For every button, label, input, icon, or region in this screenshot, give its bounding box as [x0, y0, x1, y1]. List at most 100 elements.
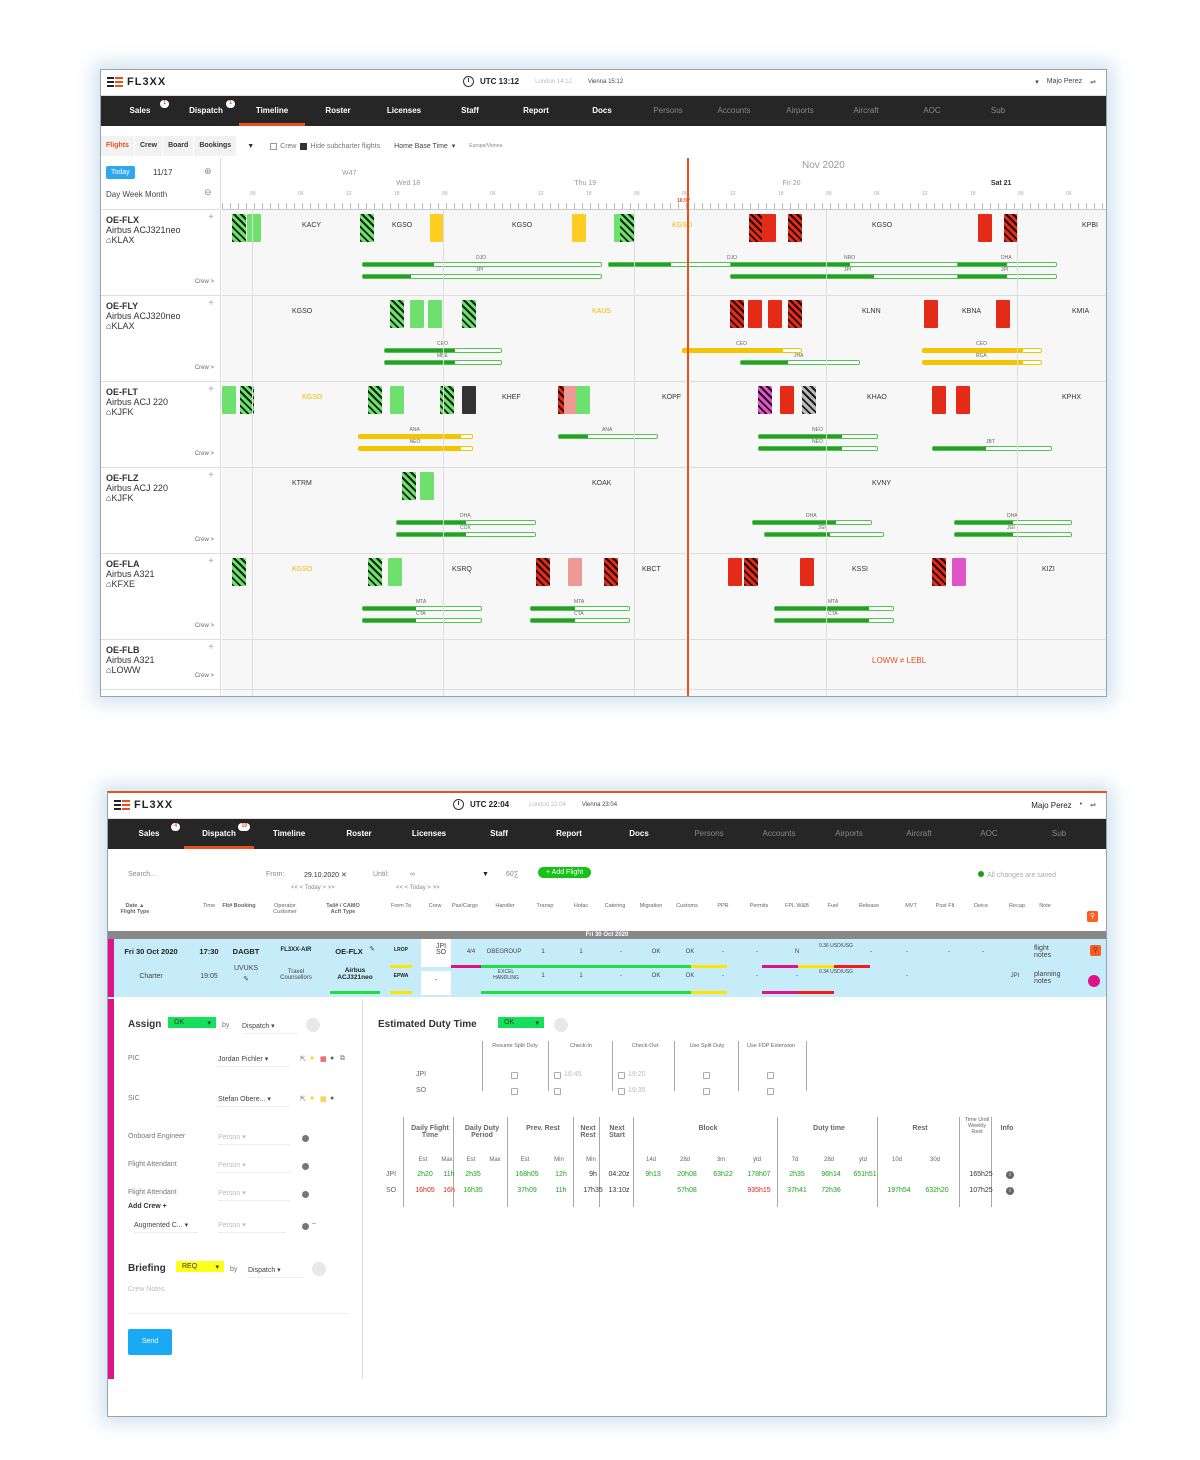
migration-status[interactable]: OK	[646, 973, 666, 979]
flight-block[interactable]	[462, 386, 476, 414]
nav-persons[interactable]: Persons	[635, 96, 701, 126]
aircraft-registration[interactable]: OE-FLA	[106, 559, 215, 569]
check-out-time[interactable]: 19:20	[628, 1071, 646, 1078]
info-icon[interactable]: i	[1006, 1187, 1014, 1195]
from-date-nav[interactable]: << < Today > >>	[291, 885, 335, 891]
flight-number[interactable]: DAGBT	[226, 947, 266, 956]
time-mode-select[interactable]: Home Base Time ▾	[394, 142, 455, 150]
nav-timeline[interactable]: Timeline	[239, 96, 305, 126]
flight-block[interactable]	[462, 300, 476, 328]
column-header[interactable]: Fuel	[816, 903, 850, 909]
view-range-selector[interactable]: Day Week Month	[106, 190, 167, 199]
briefing-status-select[interactable]: REQ	[176, 1261, 224, 1272]
from-airport[interactable]: LROP	[392, 947, 410, 953]
transport-status[interactable]: 1	[536, 949, 550, 955]
briefing-by-select[interactable]: Dispatch	[248, 1266, 304, 1278]
user-name[interactable]: Majo Perez	[1031, 801, 1071, 810]
add-crew-button[interactable]: Add Crew +	[128, 1203, 167, 1210]
add-flight-button[interactable]: + Add Flight	[538, 867, 592, 878]
release-status[interactable]: -	[864, 949, 878, 955]
column-header[interactable]: Deice	[964, 903, 998, 909]
column-header[interactable]: Crew	[418, 903, 452, 909]
nav-sales[interactable]: Sales 1	[107, 96, 173, 126]
flight-block[interactable]	[390, 300, 404, 328]
nav-dispatch[interactable]: Dispatch 19	[184, 819, 254, 849]
timeline-grid[interactable]: Nov 2020 W47 Wed 18 Thu 19 Fri 20 Sat 21 00 0…	[222, 158, 1106, 696]
flight-block[interactable]	[728, 558, 742, 586]
column-header[interactable]: Note	[1028, 903, 1062, 909]
flight-block[interactable]	[402, 472, 416, 500]
flight-block[interactable]	[572, 214, 586, 242]
add-flight-icon[interactable]: +	[208, 556, 214, 567]
flight-block[interactable]	[800, 558, 814, 586]
edit-booking-icon[interactable]: ✎	[240, 975, 252, 983]
calendar-icon[interactable]: ▦	[320, 1055, 327, 1063]
status-yellow-icon[interactable]: ●	[310, 1055, 314, 1062]
send-button[interactable]: Send	[128, 1329, 172, 1355]
flight-block[interactable]	[802, 386, 816, 414]
hotac-status[interactable]: 1	[574, 973, 588, 979]
mvt-status[interactable]: -	[900, 973, 914, 979]
nav-timeline[interactable]: Timeline	[254, 819, 324, 849]
nav-licenses[interactable]: Licenses	[394, 819, 464, 849]
aircraft-lane[interactable]: KTRM KOAK KVNY DHA COX DHA JGI DHA JGI	[222, 468, 1106, 554]
date-input[interactable]: 11/17	[153, 168, 172, 177]
flight-block[interactable]	[996, 300, 1010, 328]
nav-aircraft[interactable]: Aircraft	[833, 96, 899, 126]
flight-block[interactable]	[368, 386, 382, 414]
augmented-person-select[interactable]: Person	[218, 1221, 286, 1233]
crew-duty-bar[interactable]	[922, 360, 1042, 365]
flight-block[interactable]	[576, 386, 590, 414]
aircraft-lane[interactable]: KGSO KHEF KOPF KHAO KPHX ANA NEO ANA NEO NEO JBT	[222, 382, 1106, 468]
aircraft-lane[interactable]: LOWW ≠ LEBL	[222, 640, 1106, 690]
nav-roster[interactable]: Roster	[305, 96, 371, 126]
external-link-icon[interactable]: ⇱	[300, 1055, 306, 1063]
deice-status[interactable]: -	[976, 949, 990, 955]
add-flight-icon[interactable]: +	[208, 470, 214, 481]
checkbox-icon[interactable]	[270, 142, 278, 150]
postflight-status[interactable]: -	[942, 949, 956, 955]
column-header[interactable]: Date ▲ Flight Type	[118, 903, 152, 915]
flight-block[interactable]	[360, 214, 374, 242]
flight-block[interactable]	[978, 214, 992, 242]
crew-checkbox[interactable]: Crew	[270, 142, 296, 150]
migration-status[interactable]: OK	[646, 949, 666, 955]
flight-block[interactable]	[620, 214, 634, 242]
nav-report[interactable]: Report	[534, 819, 604, 849]
catering-status[interactable]: -	[614, 973, 628, 979]
column-header[interactable]: From To	[384, 903, 418, 909]
today-button[interactable]: Today	[106, 166, 135, 179]
flight-block[interactable]	[222, 386, 236, 414]
aircraft-lane[interactable]: KACY KGSO KGSO KGSO KGSO KPBI DJO JPI DJO JPI NRO J…	[222, 210, 1106, 296]
column-header[interactable]: Transp	[528, 903, 562, 909]
search-input[interactable]: Search...	[128, 871, 156, 878]
tab-flights[interactable]: Flights	[101, 136, 135, 156]
nav-accounts[interactable]: Accounts	[701, 96, 767, 126]
flight-block[interactable]	[758, 386, 772, 414]
flight-block[interactable]	[952, 558, 966, 586]
catering-status[interactable]: -	[614, 949, 628, 955]
crew-person-select[interactable]: Stefan Obere...	[218, 1095, 290, 1107]
crew-person-select[interactable]: Person	[218, 1161, 290, 1173]
nav-aircraft[interactable]: Aircraft	[884, 819, 954, 849]
duty-option-checkbox[interactable]	[767, 1072, 774, 1079]
remove-crew-icon[interactable]: –	[312, 1220, 316, 1227]
add-flight-icon[interactable]: +	[208, 298, 214, 309]
crew-duty-bar[interactable]	[764, 532, 884, 537]
crew-duty-bar[interactable]	[954, 532, 1072, 537]
duty-option-checkbox[interactable]	[703, 1072, 710, 1079]
flight-block[interactable]	[390, 386, 404, 414]
crew-person-select[interactable]: Person	[218, 1133, 290, 1145]
flight-block[interactable]	[730, 300, 744, 328]
nav-docs[interactable]: Docs	[569, 96, 635, 126]
aircraft-row-header[interactable]: OE-FLB Airbus A321 ⌂LOWW + Crew >	[101, 640, 220, 690]
column-header[interactable]: MVT	[894, 903, 928, 909]
hide-subcharter-checkbox[interactable]: Hide subcharter flights	[300, 142, 380, 150]
aircraft-lane[interactable]: KGSO KSRQ KBCT KSSI KIZI MTA CTA MTA CTA MTA CTA	[222, 554, 1106, 640]
crew-duty-bar[interactable]	[774, 618, 894, 623]
crew-duty-bar[interactable]	[530, 618, 630, 623]
notifications-dropdown-icon[interactable]: ▾	[1035, 78, 1039, 86]
status-dot-icon[interactable]	[1088, 975, 1100, 987]
flight-block[interactable]	[430, 214, 444, 242]
duty-option-checkbox[interactable]	[554, 1088, 561, 1095]
